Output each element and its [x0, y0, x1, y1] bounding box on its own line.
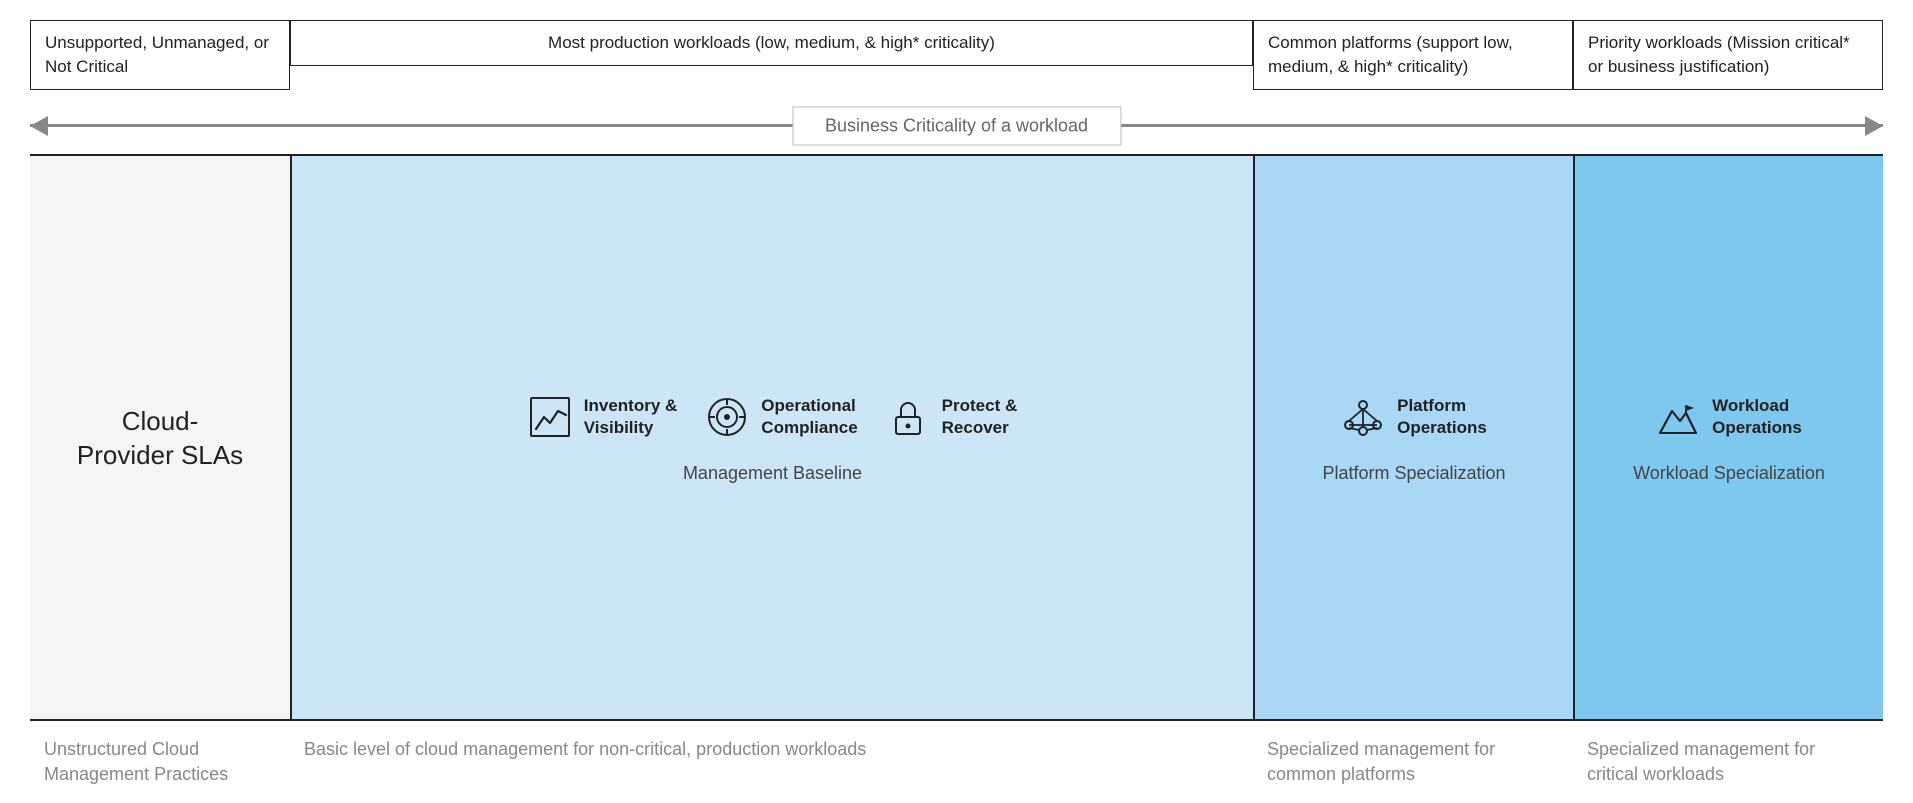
compliance-icon — [705, 395, 753, 443]
top-col4-text: Priority workloads (Mission critical* or… — [1588, 31, 1868, 79]
platform-ops-label: PlatformOperations — [1397, 395, 1487, 439]
protect-label: Protect &Recover — [942, 395, 1018, 439]
inventory-visibility-item: Inventory &Visibility — [528, 395, 678, 443]
bottom-cell-col2: Basic level of cloud management for non-… — [290, 731, 1253, 793]
workload-icons-row: WorkloadOperations — [1589, 395, 1869, 443]
main-col-workload: WorkloadOperations Workload Specializati… — [1573, 156, 1883, 719]
bottom-row: Unstructured Cloud Management Practices … — [30, 731, 1883, 793]
main-col-platform: PlatformOperations Platform Specializati… — [1253, 156, 1573, 719]
top-col3-text: Common platforms (support low, medium, &… — [1268, 31, 1558, 79]
arrow-right-icon — [1865, 116, 1883, 136]
arrow-label-box: Business Criticality of a workload — [792, 106, 1121, 145]
baseline-icons-row: Inventory &Visibility — [306, 395, 1239, 443]
bottom-cell-col1: Unstructured Cloud Management Practices — [30, 731, 290, 793]
top-cell-col4: Priority workloads (Mission critical* or… — [1573, 20, 1883, 90]
platform-operations-item: PlatformOperations — [1341, 395, 1487, 443]
workload-icon — [1656, 395, 1704, 443]
compliance-label: OperationalCompliance — [761, 395, 857, 439]
bottom-col1-text: Unstructured Cloud Management Practices — [44, 739, 228, 784]
top-cell-col1: Unsupported, Unmanaged, or Not Critical — [30, 20, 290, 90]
bottom-cell-col3: Specialized management for common platfo… — [1253, 731, 1573, 793]
top-col1-text: Unsupported, Unmanaged, or Not Critical — [45, 31, 275, 79]
top-row: Unsupported, Unmanaged, or Not Critical … — [30, 20, 1883, 90]
platform-icons-row: PlatformOperations — [1269, 395, 1559, 443]
main-col-sla: Cloud-Provider SLAs — [30, 156, 290, 719]
diagram-wrapper: Unsupported, Unmanaged, or Not Critical … — [0, 0, 1913, 803]
inventory-label: Inventory &Visibility — [584, 395, 678, 439]
bottom-col3-text: Specialized management for common platfo… — [1267, 739, 1495, 784]
arrow-left-icon — [30, 116, 48, 136]
bottom-col4-text: Specialized management for critical work… — [1587, 739, 1815, 784]
top-cell-col3: Common platforms (support low, medium, &… — [1253, 20, 1573, 90]
main-col-baseline: Inventory &Visibility — [290, 156, 1253, 719]
protect-icon — [886, 395, 934, 443]
sla-title: Cloud-Provider SLAs — [77, 405, 243, 473]
inventory-icon — [528, 395, 576, 443]
workload-ops-label: WorkloadOperations — [1712, 395, 1802, 439]
baseline-subtitle: Management Baseline — [683, 463, 862, 484]
bottom-cell-col4: Specialized management for critical work… — [1573, 731, 1883, 793]
protect-recover-item: Protect &Recover — [886, 395, 1018, 443]
arrow-row: Business Criticality of a workload — [30, 98, 1883, 154]
main-row: Cloud-Provider SLAs Inventory &Visibilit… — [30, 154, 1883, 721]
workload-subtitle: Workload Specialization — [1633, 463, 1825, 484]
platform-subtitle: Platform Specialization — [1322, 463, 1505, 484]
top-col2-text: Most production workloads (low, medium, … — [548, 31, 995, 55]
bottom-col2-text: Basic level of cloud management for non-… — [304, 739, 866, 759]
workload-operations-item: WorkloadOperations — [1656, 395, 1802, 443]
operational-compliance-item: OperationalCompliance — [705, 395, 857, 443]
arrow-label-text: Business Criticality of a workload — [825, 115, 1088, 135]
top-cell-col2: Most production workloads (low, medium, … — [290, 20, 1253, 66]
platform-icon — [1341, 395, 1389, 443]
